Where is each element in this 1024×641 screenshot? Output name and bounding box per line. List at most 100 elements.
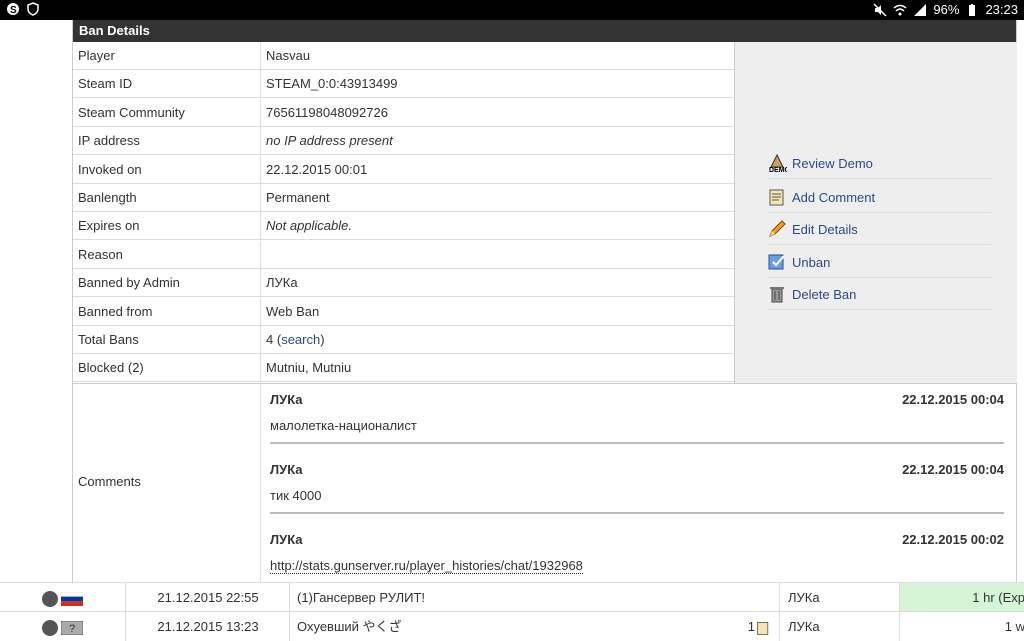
comments-label: Comments: [78, 474, 141, 489]
add-comment-icon: [767, 187, 787, 207]
skype-icon: S: [7, 3, 19, 16]
search-bans-link[interactable]: search: [281, 332, 320, 347]
detail-row-expires-on: Expires on Not applicable.: [73, 212, 734, 241]
action-label: Review Demo: [792, 155, 873, 171]
comment-separator: [270, 512, 1004, 514]
ban-admin: ЛУКа: [779, 583, 899, 612]
detail-label: Invoked on: [78, 161, 142, 177]
detail-value: Permanent: [266, 190, 330, 205]
battery-icon: [969, 3, 976, 16]
detail-row-reason: Reason: [73, 240, 734, 269]
half-life-icon: [42, 590, 58, 607]
comment-date: 22.12.2015 00:02: [902, 532, 1004, 547]
column-divider: [260, 155, 261, 183]
detail-label: Banlength: [78, 190, 137, 205]
ban-player-name-cell: Охуевший やくざ 1: [289, 612, 779, 641]
ban-player-name-cell: (1)Гансервер РУЛИТ!: [289, 583, 779, 612]
comment-author: ЛУКа: [270, 532, 303, 547]
column-divider: [260, 384, 261, 583]
detail-value: Nasvau: [266, 48, 311, 63]
battery-percent: 96%: [933, 2, 960, 17]
comment-icon: [755, 619, 771, 635]
comment-text: малолетка-националист: [270, 418, 417, 433]
russia-flag-icon: [61, 590, 83, 606]
detail-row-total-bans: Total Bans 4 (search): [73, 326, 734, 354]
detail-row-banned-by-admin: Banned by Admin ЛУКа: [73, 269, 734, 298]
detail-row-ip-address: IP address no IP address present: [73, 127, 734, 156]
android-status-bar: S 96% 23:23: [0, 0, 1024, 20]
ban-length: 1 w: [899, 612, 1024, 641]
comment-date: 22.12.2015 00:04: [902, 392, 1004, 407]
unban-action[interactable]: Unban: [767, 247, 991, 278]
pencil-icon: [767, 219, 787, 239]
comment-author: ЛУКа: [270, 392, 303, 407]
svg-text:?: ?: [69, 623, 75, 635]
ban-player-name: Охуевший やくざ: [297, 619, 402, 634]
detail-value: STEAM_0:0:43913499: [266, 76, 398, 92]
action-label: Add Comment: [792, 189, 876, 205]
shield-icon: [27, 2, 39, 16]
detail-value: Not applicable.: [266, 218, 352, 234]
detail-row-steam-id: Steam ID STEAM_0:0:43913499: [73, 70, 734, 99]
signal-icon: [914, 3, 927, 16]
column-divider: [260, 297, 261, 325]
column-divider: [260, 354, 261, 382]
detail-label: Expires on: [78, 218, 140, 234]
wifi-icon: [893, 4, 907, 15]
column-divider: [260, 184, 261, 211]
comment-text: тик 4000: [270, 488, 322, 503]
comments-section: Comments ЛУКа 22.12.2015 00:04 малолетка-н…: [73, 383, 1016, 583]
detail-label: Steam ID: [78, 76, 133, 92]
ban-list-row[interactable]: ? 21.12.2015 13:23 Охуевший やくざ 1 ЛУКа 1 w: [0, 611, 1024, 641]
detail-row-player: Player Nasvau: [73, 42, 734, 70]
column-divider: [260, 269, 261, 297]
column-divider: [260, 212, 261, 240]
ban-date: 21.12.2015 13:23: [125, 612, 290, 641]
clock: 23:23: [985, 2, 1018, 17]
ban-date: 21.12.2015 22:55: [125, 583, 290, 612]
comment-date: 22.12.2015 00:04: [902, 462, 1004, 477]
action-label: Unban: [792, 254, 831, 270]
column-divider: [260, 98, 261, 126]
action-label: Edit Details: [792, 221, 858, 237]
comment-separator: [270, 442, 1004, 444]
detail-value: 22.12.2015 00:01: [266, 161, 368, 177]
detail-label: Reason: [78, 246, 123, 262]
ban-details-panel: Ban Details Player Nasvau Steam ID STEAM_0:…: [72, 20, 1017, 583]
comment-link[interactable]: http://stats.gunserver.ru/player_histori…: [270, 558, 583, 574]
comment-count-number: 1: [747, 619, 755, 634]
ban-list-row[interactable]: 21.12.2015 22:55 (1)Гансервер РУЛИТ! ЛУКа 1…: [0, 582, 1024, 612]
detail-value: 4 (search): [266, 332, 325, 347]
demo-icon: DEMO: [767, 153, 791, 174]
detail-value: ЛУКа: [266, 275, 298, 291]
svg-text:DEMO: DEMO: [769, 167, 787, 173]
column-divider: [260, 326, 261, 353]
total-bans-count: 4: [266, 332, 274, 347]
panel-title: Ban Details: [73, 20, 1016, 42]
delete-ban-action[interactable]: Delete Ban: [767, 279, 991, 310]
detail-value: no IP address present: [266, 133, 393, 149]
game-flag-cell: [0, 583, 125, 612]
column-divider: [260, 127, 261, 155]
column-divider: [260, 42, 261, 69]
edit-details-action[interactable]: Edit Details: [767, 214, 991, 245]
detail-value[interactable]: 76561198048092726: [266, 105, 388, 120]
detail-row-invoked-on: Invoked on 22.12.2015 00:01: [73, 155, 734, 184]
comment-author: ЛУКа: [270, 462, 303, 477]
unban-icon: [767, 252, 787, 272]
unknown-flag-icon: ?: [61, 619, 83, 635]
detail-label: Total Bans: [78, 332, 139, 347]
detail-label: Banned by Admin: [78, 275, 180, 291]
add-comment-action[interactable]: Add Comment: [767, 182, 991, 213]
detail-row-banlength: Banlength Permanent: [73, 184, 734, 212]
svg-text:S: S: [10, 5, 17, 16]
comment-count: 1: [748, 612, 771, 641]
review-demo-action[interactable]: DEMO Review Demo: [767, 148, 991, 179]
detail-value: Mutniu, Mutniu: [266, 360, 352, 376]
detail-row-steam-community: Steam Community 76561198048092726: [73, 98, 734, 127]
detail-label: IP address: [78, 133, 140, 149]
detail-label: Steam Community: [78, 104, 185, 120]
mute-icon: [873, 2, 887, 17]
actions-sidebar: DEMO Review Demo Add Comment Edit Details Un…: [734, 42, 1017, 384]
action-label: Delete Ban: [792, 286, 857, 302]
